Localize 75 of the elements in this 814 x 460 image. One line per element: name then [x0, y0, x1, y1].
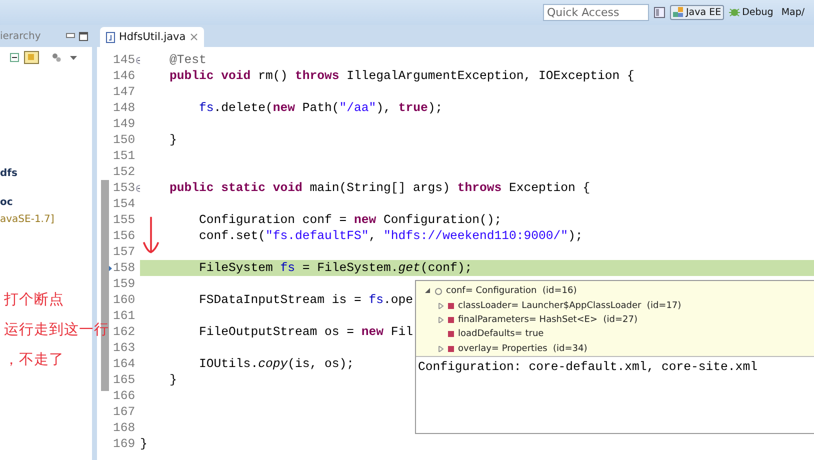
filter-icon[interactable] — [52, 53, 61, 62]
quick-access-field[interactable]: Quick Access — [543, 4, 649, 21]
line-number: 149 — [112, 116, 136, 132]
code-line: FileOutputStream os = new Fil — [198, 325, 414, 339]
window-icon[interactable] — [654, 7, 665, 18]
line-number: 166 — [112, 388, 136, 404]
code-line: public static void main(String[] args) throws Exception { — [168, 181, 590, 195]
bug-icon — [729, 7, 740, 18]
annotation-text: 打个断点 — [4, 291, 64, 309]
line-number: 161 — [112, 308, 136, 324]
perspective-button[interactable]: Map/ — [778, 5, 808, 20]
annotation-text: 运行走到这一行 — [4, 321, 109, 339]
fold-icon[interactable] — [136, 184, 140, 192]
line-number: 164 — [112, 356, 136, 372]
close-icon[interactable] — [190, 33, 198, 41]
code-line: conf.set("fs.defaultFS", "hdfs://weekend110:9000/"); — [198, 229, 583, 243]
line-number: 154 — [112, 196, 136, 212]
field-icon — [448, 331, 454, 338]
field-icon — [448, 317, 454, 324]
field-icon — [448, 346, 454, 352]
code-line: FSDataInputStream is = fs.ope — [198, 293, 414, 307]
tree-label[interactable]: loadDefaults= true — [458, 329, 544, 340]
code-line: } — [168, 373, 177, 387]
fold-icon[interactable] — [136, 56, 140, 64]
maximize-icon[interactable] — [79, 32, 88, 40]
line-number: 160 — [112, 292, 136, 308]
line-number: 163 — [112, 340, 136, 356]
tree-item[interactable]: avaSE-1.7] — [0, 214, 54, 225]
dropdown-icon[interactable] — [70, 56, 77, 60]
line-number: 168 — [112, 420, 136, 436]
link-icon[interactable] — [24, 51, 39, 64]
line-number: 152 — [112, 164, 136, 180]
code-line: FileSystem fs = FileSystem.get(conf); — [198, 261, 472, 275]
tree-item[interactable]: oc — [0, 197, 13, 208]
code-line: } — [168, 133, 177, 147]
editor-tab[interactable]: HdfsUtil.java — [100, 27, 204, 47]
code-line: fs.delete(new Path("/aa"), true); — [198, 101, 443, 115]
line-number: 155 — [112, 212, 136, 228]
java-file-icon — [106, 32, 115, 42]
code-line: @Test — [168, 53, 206, 67]
line-number: 148 — [112, 100, 136, 116]
line-number: 150 — [112, 132, 136, 148]
tree-label[interactable]: conf= Configuration (id=16) — [446, 286, 577, 296]
line-number: 147 — [112, 84, 136, 100]
line-number: 169 — [112, 436, 136, 452]
cubes-icon — [673, 7, 684, 18]
tree-label[interactable]: overlay= Properties (id=34) — [458, 344, 588, 354]
code-line: Configuration conf = new Configuration(); — [198, 213, 502, 227]
expand-icon[interactable] — [425, 288, 431, 294]
line-number: 165 — [112, 372, 136, 388]
code-line: } — [140, 437, 148, 451]
annotation-text: ，不走了 — [4, 351, 64, 369]
object-icon — [435, 288, 442, 295]
code-line: public void rm() throws IllegalArgumentException, IOException { — [168, 69, 634, 83]
line-number: 158 — [109, 260, 140, 276]
line-number: 159 — [112, 276, 136, 292]
hand-drawn-arrow — [141, 215, 161, 255]
line-number: 146 — [112, 68, 136, 84]
tree-label[interactable]: classLoader= Launcher$AppClassLoader (id=17) — [458, 300, 682, 311]
line-number: 156 — [112, 228, 136, 244]
line-number: 167 — [112, 404, 136, 420]
line-number: 145 — [109, 52, 140, 68]
field-icon — [448, 302, 454, 309]
collapse-icon[interactable] — [10, 53, 19, 62]
line-number: 151 — [112, 148, 136, 164]
line-number: 157 — [112, 244, 136, 260]
line-number: 162 — [112, 324, 136, 340]
detail-text: Configuration: core-default.xml, core-site.xml — [417, 359, 758, 376]
line-number: 153 — [109, 180, 140, 196]
perspective-button[interactable]: Debug — [726, 5, 776, 20]
tree-label[interactable]: finalParameters= HashSet<E> (id=27) — [458, 315, 638, 326]
perspective-button[interactable]: Java EE — [670, 5, 724, 20]
tree-item[interactable]: dfs — [0, 168, 18, 179]
minimize-icon[interactable] — [66, 33, 75, 39]
code-line: IOUtils.copy(is, os); — [198, 357, 354, 371]
